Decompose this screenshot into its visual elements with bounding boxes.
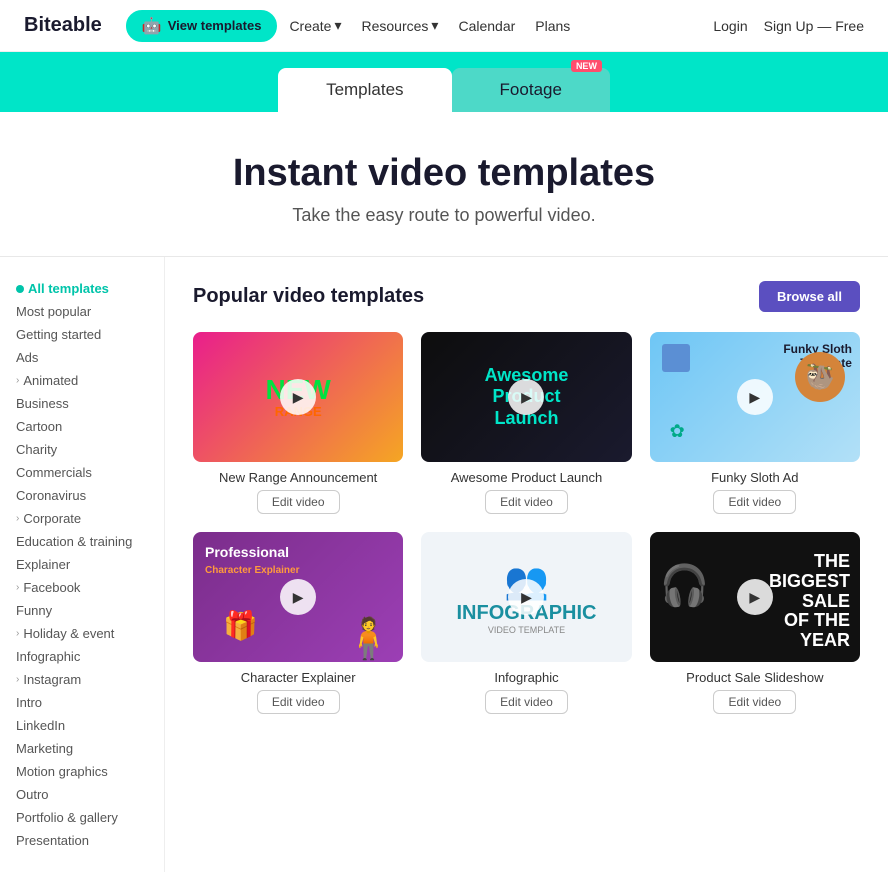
tab-templates[interactable]: Templates bbox=[278, 68, 451, 112]
login-link[interactable]: Login bbox=[713, 18, 747, 34]
sidebar-item-most-popular[interactable]: Most popular bbox=[16, 300, 148, 323]
chevron-right-icon: › bbox=[16, 628, 19, 639]
brand-logo: Biteable bbox=[24, 14, 102, 37]
person-icon: 🧍 bbox=[344, 615, 394, 662]
edit-video-button[interactable]: Edit video bbox=[485, 490, 568, 514]
nav-resources[interactable]: Resources ▾ bbox=[362, 17, 439, 34]
sidebar-item-cartoon[interactable]: Cartoon bbox=[16, 415, 148, 438]
edit-video-button[interactable]: Edit video bbox=[257, 490, 340, 514]
active-dot bbox=[16, 285, 24, 293]
play-button[interactable]: ▶ bbox=[737, 379, 773, 415]
section-title: Popular video templates bbox=[193, 285, 424, 308]
chevron-down-icon: ▾ bbox=[431, 17, 438, 34]
video-thumbnail-infographic: 👥 INFOGRAPHIC VIDEO TEMPLATE ▶ bbox=[421, 532, 631, 662]
tabs-section: Templates NEW Footage bbox=[0, 52, 888, 112]
sidebar-item-business[interactable]: Business bbox=[16, 392, 148, 415]
sidebar-item-motion-graphics[interactable]: Motion graphics bbox=[16, 760, 148, 783]
chevron-right-icon: › bbox=[16, 674, 19, 685]
nav-menu: Create ▾ Resources ▾ Calendar Plans bbox=[289, 17, 570, 34]
sidebar-item-coronavirus[interactable]: Coronavirus bbox=[16, 484, 148, 507]
sidebar-item-funny[interactable]: Funny bbox=[16, 599, 148, 622]
sidebar-item-explainer[interactable]: Explainer bbox=[16, 553, 148, 576]
sidebar-item-getting-started[interactable]: Getting started bbox=[16, 323, 148, 346]
nav-create[interactable]: Create ▾ bbox=[289, 17, 341, 34]
navigation: Biteable 🤖 View templates Create ▾ Resou… bbox=[0, 0, 888, 52]
new-badge: NEW bbox=[571, 60, 602, 72]
chevron-down-icon: ▾ bbox=[334, 17, 341, 34]
video-card-infographic[interactable]: 👥 INFOGRAPHIC VIDEO TEMPLATE ▶ Infograph… bbox=[421, 532, 631, 714]
video-title: New Range Announcement bbox=[193, 470, 403, 485]
sidebar-item-ads[interactable]: Ads bbox=[16, 346, 148, 369]
nav-calendar[interactable]: Calendar bbox=[458, 18, 515, 34]
video-title: Character Explainer bbox=[193, 670, 403, 685]
video-thumbnail-product-launch: AwesomeProductLaunch ▶ bbox=[421, 332, 631, 462]
sidebar-item-education[interactable]: Education & training bbox=[16, 530, 148, 553]
video-title: Infographic bbox=[421, 670, 631, 685]
nav-plans[interactable]: Plans bbox=[535, 18, 570, 34]
decorative-square bbox=[662, 344, 690, 372]
sidebar-item-commercials[interactable]: Commercials bbox=[16, 461, 148, 484]
play-button[interactable]: ▶ bbox=[280, 379, 316, 415]
chevron-right-icon: › bbox=[16, 582, 19, 593]
hero-section: Instant video templates Take the easy ro… bbox=[0, 112, 888, 257]
headphone-icon: 🎧 bbox=[660, 562, 710, 609]
thumb-text-video-template: VIDEO TEMPLATE bbox=[456, 625, 596, 635]
edit-video-button[interactable]: Edit video bbox=[713, 490, 796, 514]
edit-video-button[interactable]: Edit video bbox=[485, 690, 568, 714]
main-content: Popular video templates Browse all NEW R… bbox=[165, 257, 888, 872]
video-thumbnail-product-sale: 🎧 THEBIGGESTSALEOF THEYEAR ▶ bbox=[650, 532, 860, 662]
browse-all-button[interactable]: Browse all bbox=[759, 281, 860, 312]
sidebar-item-intro[interactable]: Intro bbox=[16, 691, 148, 714]
robot-icon: 🤖 bbox=[142, 16, 162, 36]
video-title: Awesome Product Launch bbox=[421, 470, 631, 485]
nav-right: Login Sign Up — Free bbox=[713, 18, 864, 34]
video-thumbnail-funky-sloth: Funky SlothTemplate 🦥 ✿ ▶ bbox=[650, 332, 860, 462]
video-card-funky-sloth[interactable]: Funky SlothTemplate 🦥 ✿ ▶ Funky Sloth Ad… bbox=[650, 332, 860, 514]
flower-icon: ✿ bbox=[670, 421, 685, 442]
video-card-product-launch[interactable]: AwesomeProductLaunch ▶ Awesome Product L… bbox=[421, 332, 631, 514]
sidebar-item-animated[interactable]: ›Animated bbox=[16, 369, 148, 392]
edit-video-button[interactable]: Edit video bbox=[257, 690, 340, 714]
main-layout: All templates Most popular Getting start… bbox=[0, 257, 888, 872]
video-card-product-sale[interactable]: 🎧 THEBIGGESTSALEOF THEYEAR ▶ Product Sal… bbox=[650, 532, 860, 714]
sidebar-item-charity[interactable]: Charity bbox=[16, 438, 148, 461]
play-button[interactable]: ▶ bbox=[737, 579, 773, 615]
video-title: Product Sale Slideshow bbox=[650, 670, 860, 685]
thumb-text-professional: ProfessionalCharacter Explainer bbox=[205, 544, 300, 576]
video-card-new-range[interactable]: NEW RANGE ▶ New Range Announcement Edit … bbox=[193, 332, 403, 514]
hero-title: Instant video templates bbox=[20, 152, 868, 195]
thumb-text-character-explainer: Character Explainer bbox=[205, 565, 300, 576]
video-thumbnail-character-explainer: ProfessionalCharacter Explainer 🧍 🎁 ▶ bbox=[193, 532, 403, 662]
play-button[interactable]: ▶ bbox=[280, 579, 316, 615]
chevron-right-icon: › bbox=[16, 513, 19, 524]
sidebar-item-presentation[interactable]: Presentation bbox=[16, 829, 148, 852]
video-title: Funky Sloth Ad bbox=[650, 470, 860, 485]
sidebar-item-holiday[interactable]: ›Holiday & event bbox=[16, 622, 148, 645]
edit-video-button[interactable]: Edit video bbox=[713, 690, 796, 714]
content-header: Popular video templates Browse all bbox=[193, 281, 860, 312]
tab-footage[interactable]: NEW Footage bbox=[452, 68, 610, 112]
sidebar-item-linkedin[interactable]: LinkedIn bbox=[16, 714, 148, 737]
gift-icon: 🎁 bbox=[223, 609, 258, 642]
sidebar-item-all-templates[interactable]: All templates bbox=[16, 277, 148, 300]
sidebar-item-portfolio[interactable]: Portfolio & gallery bbox=[16, 806, 148, 829]
thumb-text-sale: THEBIGGESTSALEOF THEYEAR bbox=[769, 552, 850, 651]
hero-subtitle: Take the easy route to powerful video. bbox=[20, 205, 868, 226]
sidebar-item-infographic[interactable]: Infographic bbox=[16, 645, 148, 668]
view-templates-button[interactable]: 🤖 View templates bbox=[126, 10, 278, 42]
chevron-right-icon: › bbox=[16, 375, 19, 386]
video-card-character-explainer[interactable]: ProfessionalCharacter Explainer 🧍 🎁 ▶ Ch… bbox=[193, 532, 403, 714]
sidebar-item-facebook[interactable]: ›Facebook bbox=[16, 576, 148, 599]
sidebar-item-outro[interactable]: Outro bbox=[16, 783, 148, 806]
video-thumbnail-new-range: NEW RANGE ▶ bbox=[193, 332, 403, 462]
sidebar-item-instagram[interactable]: ›Instagram bbox=[16, 668, 148, 691]
sidebar-item-marketing[interactable]: Marketing bbox=[16, 737, 148, 760]
video-grid: NEW RANGE ▶ New Range Announcement Edit … bbox=[193, 332, 860, 714]
sidebar-item-corporate[interactable]: ›Corporate bbox=[16, 507, 148, 530]
sidebar: All templates Most popular Getting start… bbox=[0, 257, 165, 872]
sloth-illustration: 🦥 bbox=[795, 352, 845, 402]
signup-link[interactable]: Sign Up — Free bbox=[764, 18, 864, 34]
